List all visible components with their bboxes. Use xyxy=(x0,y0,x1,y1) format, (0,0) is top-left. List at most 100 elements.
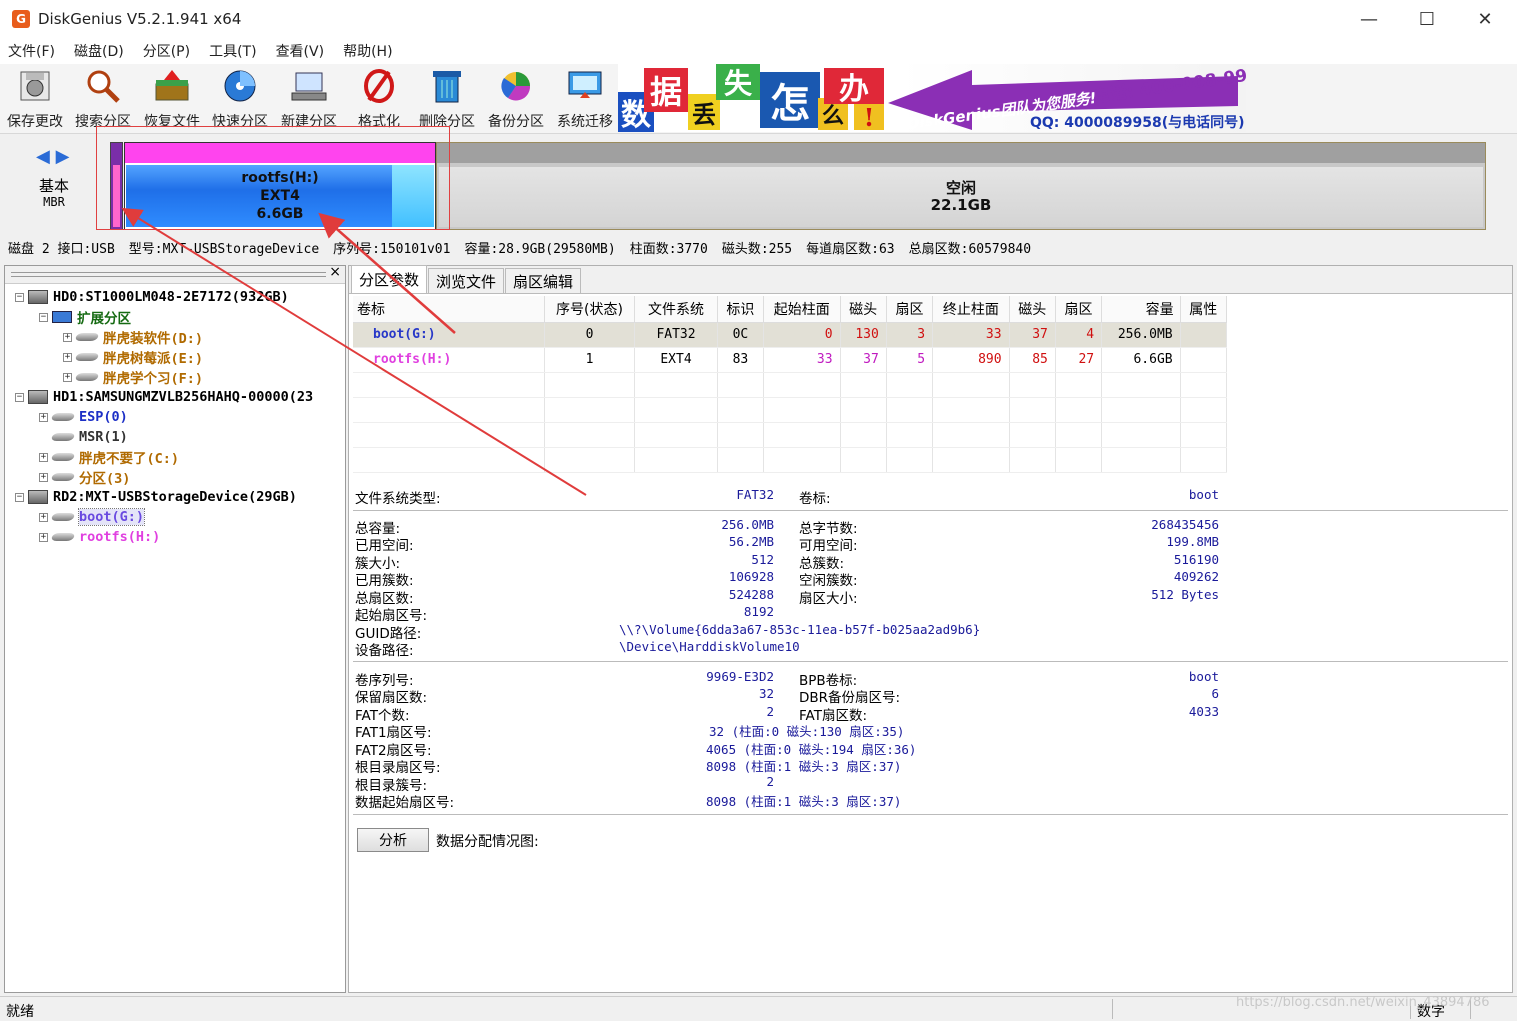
tree-node-msr[interactable]: MSR(1) xyxy=(39,427,128,447)
free-bar-size: 22.1GB xyxy=(930,196,992,214)
save-changes-button[interactable]: 保存更改 xyxy=(2,66,68,132)
data-allocation-label: 数据分配情况图: xyxy=(436,834,539,850)
partition-table: 卷标 序号(状态) 文件系统 标识 起始柱面 磁头 扇区 终止柱面 磁头 扇区 … xyxy=(353,296,1228,473)
fat1-sector-value: 32 (柱面:0 磁头:130 扇区:35) xyxy=(709,724,905,739)
fat1-sector-label: FAT1扇区号: xyxy=(355,725,432,741)
promo-banner[interactable]: 数 据 丢 失 怎 么 办 ! DiskGenius团队为您服务! 电话: 40… xyxy=(618,64,1246,132)
fs-type-value: FAT32 xyxy=(736,487,774,502)
volume-label-label: 卷标: xyxy=(799,491,831,507)
col-header-start-cyl[interactable]: 起始柱面 xyxy=(763,296,841,323)
tab-browse-files[interactable]: 浏览文件 xyxy=(428,268,505,293)
rootfs-bar-fs: EXT4 xyxy=(260,188,300,204)
table-row[interactable]: rootfs(H:) 1 EXT4 83 33 37 5 890 85 27 6… xyxy=(353,347,1228,373)
sector-size-value: 512 Bytes xyxy=(1151,587,1219,602)
format-icon xyxy=(359,66,399,106)
device-path-value: \Device\HarddiskVolume10 xyxy=(619,639,800,654)
tab-sector-edit[interactable]: 扇区编辑 xyxy=(505,268,582,293)
minimize-button[interactable]: — xyxy=(1340,0,1398,38)
tree-node-rootfs[interactable]: + rootfs(H:) xyxy=(39,527,160,547)
tab-partition-params[interactable]: 分区参数 xyxy=(351,265,428,293)
tree-node-esp[interactable]: + ESP(0) xyxy=(39,407,128,427)
tree-node-boot[interactable]: + boot(G:) xyxy=(39,507,146,527)
extended-partition-icon xyxy=(52,311,72,323)
partition-icon xyxy=(50,533,76,541)
maximize-button[interactable]: ☐ xyxy=(1398,0,1456,38)
partition-icon xyxy=(74,373,100,381)
device-path-label: 设备路径: xyxy=(355,643,414,659)
col-header-index[interactable]: 序号(状态) xyxy=(544,296,636,323)
start-sector-label: 起始扇区号: xyxy=(355,608,428,624)
tree-node-d[interactable]: + 胖虎装软件(D:) xyxy=(63,327,203,347)
menu-tools[interactable]: 工具(T) xyxy=(209,41,256,61)
quick-partition-button[interactable]: 快速分区 xyxy=(207,66,273,132)
delete-partition-button[interactable]: 删除分区 xyxy=(414,66,480,132)
col-header-start-head[interactable]: 磁头 xyxy=(840,296,887,323)
partition-icon xyxy=(50,513,76,521)
magnifier-icon xyxy=(83,66,123,106)
col-header-end-sector[interactable]: 扇区 xyxy=(1055,296,1103,323)
tree-node-c[interactable]: + 胖虎不要了(C:) xyxy=(39,447,179,467)
table-row[interactable]: boot(G:) 0 FAT32 0C 0 130 3 33 37 4 256.… xyxy=(353,322,1228,348)
tree-node-hd0[interactable]: − HD0:ST1000LM048-2E7172(932GB) xyxy=(15,287,289,307)
tree-node-e[interactable]: + 胖虎树莓派(E:) xyxy=(63,347,203,367)
save-disk-icon xyxy=(15,66,55,106)
tree-node-f[interactable]: + 胖虎学个习(F:) xyxy=(63,367,203,387)
total-clusters-value: 516190 xyxy=(1173,552,1219,567)
analyze-button[interactable]: 分析 xyxy=(357,828,429,852)
disk-info-line: 磁盘 2 接口:USB 型号:MXT-USBStorageDevice 序列号:… xyxy=(8,242,1032,257)
tree-node-part3[interactable]: + 分区(3) xyxy=(39,467,130,487)
recover-box-icon xyxy=(152,66,192,106)
col-header-end-head[interactable]: 磁头 xyxy=(1009,296,1056,323)
menu-view[interactable]: 查看(V) xyxy=(276,41,325,61)
start-sector-value: 8192 xyxy=(743,604,774,619)
tree-node-hd1[interactable]: − HD1:SAMSUNGMZVLB256HAHQ-00000(23 xyxy=(15,387,313,407)
rootfs-bar-name: rootfs(H:) xyxy=(241,170,319,186)
backup-partition-button[interactable]: 备份分区 xyxy=(483,66,549,132)
menu-bar: 文件(F) 磁盘(D) 分区(P) 工具(T) 查看(V) 帮助(H) xyxy=(0,38,1517,64)
tree-node-extended[interactable]: − 扩展分区 xyxy=(39,307,131,327)
disk-bar-free-space[interactable]: 空闲 22.1GB xyxy=(436,142,1486,230)
col-header-end-cyl[interactable]: 终止柱面 xyxy=(932,296,1010,323)
disk-bar-rootfs-partition[interactable]: rootfs(H:) EXT4 6.6GB xyxy=(124,142,436,230)
menu-help[interactable]: 帮助(H) xyxy=(343,41,392,61)
col-header-capacity[interactable]: 容量 xyxy=(1101,296,1181,323)
rootfs-bar-size: 6.6GB xyxy=(256,206,304,222)
table-row-empty xyxy=(353,397,1228,423)
disk-map: ◀ ▶ 基本 MBR rootfs(H:) EXT4 6.6GB 空闲 22.1… xyxy=(0,134,1517,238)
new-partition-icon xyxy=(289,66,329,106)
free-clusters-value: 409262 xyxy=(1173,569,1219,584)
partition-icon xyxy=(50,473,76,481)
table-row-empty xyxy=(353,447,1228,473)
format-button[interactable]: 格式化 xyxy=(346,66,412,132)
dbr-backup-value: 6 xyxy=(1211,686,1219,701)
free-bar-name: 空闲 xyxy=(945,179,976,197)
disk-nav-arrows[interactable]: ◀ ▶ xyxy=(36,146,69,167)
new-partition-button[interactable]: 新建分区 xyxy=(276,66,342,132)
menu-file[interactable]: 文件(F) xyxy=(8,41,55,61)
col-header-label[interactable]: 卷标 xyxy=(353,296,545,323)
partition-icon xyxy=(74,333,100,341)
toolbar: 保存更改 搜索分区 恢复文件 快速分区 新建分区 格式化 删除分区 备份分区 系… xyxy=(0,64,1517,134)
col-header-attr[interactable]: 属性 xyxy=(1180,296,1228,323)
banner-char: 办 xyxy=(824,68,884,107)
watermark-text: https://blog.csdn.net/weixin_43894786 xyxy=(1236,995,1490,1010)
menu-partition[interactable]: 分区(P) xyxy=(143,41,190,61)
col-header-id[interactable]: 标识 xyxy=(717,296,765,323)
col-header-fs[interactable]: 文件系统 xyxy=(634,296,718,323)
disk-bar-boot-partition[interactable] xyxy=(110,142,123,230)
recover-files-button[interactable]: 恢复文件 xyxy=(139,66,205,132)
partition-icon xyxy=(74,353,100,361)
search-partition-button[interactable]: 搜索分区 xyxy=(70,66,136,132)
system-migration-button[interactable]: 系统迁移 xyxy=(552,66,618,132)
col-header-start-sector[interactable]: 扇区 xyxy=(886,296,934,323)
cluster-size-value: 512 xyxy=(751,552,774,567)
menu-disk[interactable]: 磁盘(D) xyxy=(74,41,124,61)
free-space-value: 199.8MB xyxy=(1166,534,1219,549)
partition-icon xyxy=(50,413,76,421)
close-button[interactable]: ✕ xyxy=(1456,0,1514,38)
volume-serial-value: 9969-E3D2 xyxy=(706,669,774,684)
tree-close-icon[interactable]: × xyxy=(329,264,341,280)
partition-detail-panel: 分区参数 浏览文件 扇区编辑 卷标 序号(状态) 文件系统 标识 起始柱面 磁头… xyxy=(348,265,1513,993)
tree-node-rd2[interactable]: − RD2:MXT-USBStorageDevice(29GB) xyxy=(15,487,297,507)
title-bar: G DiskGenius V5.2.1.941 x64 — ☐ ✕ xyxy=(0,0,1517,38)
